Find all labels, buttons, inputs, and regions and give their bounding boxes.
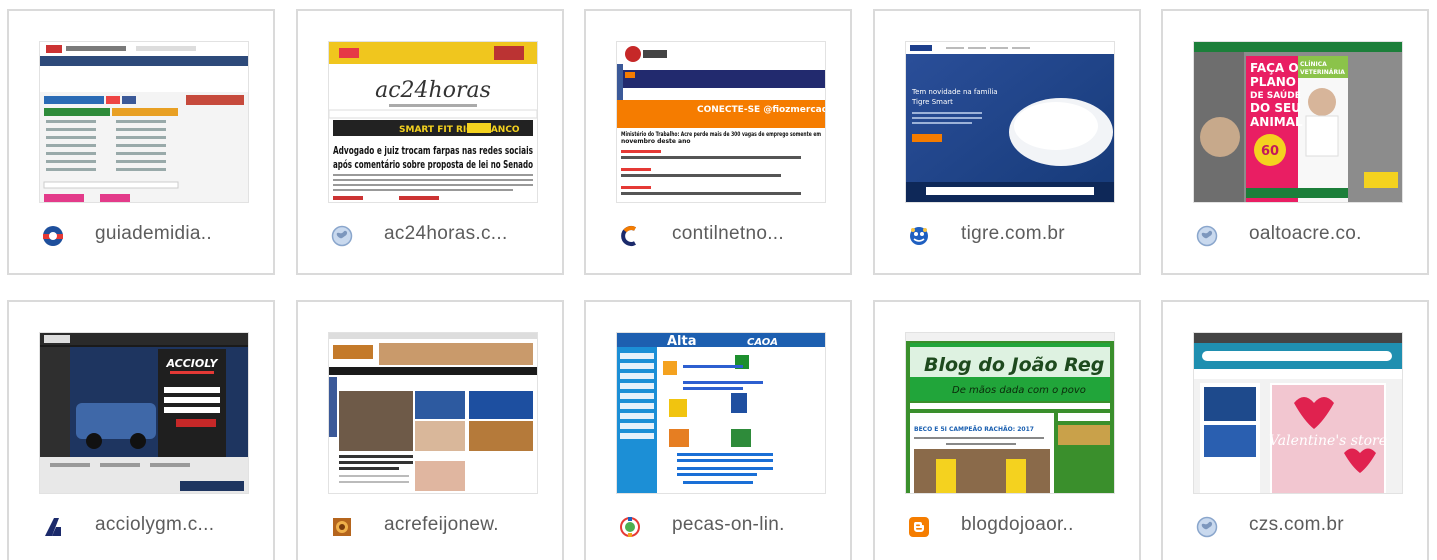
tile-label: tigre.com.br: [961, 223, 1065, 244]
thumb-price: 60: [1261, 144, 1279, 159]
svg-text:Tigre Smart: Tigre Smart: [911, 98, 953, 106]
svg-text:CLÍNICA: CLÍNICA: [1300, 60, 1327, 68]
svg-text:novembro deste ano: novembro deste ano: [621, 138, 691, 145]
tile-guiademidia[interactable]: guiademidia..: [7, 9, 275, 275]
tile-pecas-on-line[interactable]: Alta CAOA pecas-on-lin.: [584, 300, 852, 560]
svg-text:Ministério do Trabalho: Acre p: Ministério do Trabalho: Acre perde mais …: [621, 131, 821, 138]
tile-thumbnail: [40, 42, 248, 202]
tile-label: acrefeijonew.: [384, 514, 499, 535]
tile-label: acciolygm.c...: [95, 514, 215, 535]
tile-thumbnail: ac24horas SMART FIT RIO BRANCO Advogado …: [329, 42, 537, 202]
guiademidia-favicon: [42, 225, 64, 247]
tile-oaltoacre[interactable]: FAÇA O PLANO DE SAÚDE DO SEU ANIMAL 60 C…: [1161, 9, 1429, 275]
tile-thumbnail: Blog do João Reg De mãos dada com o povo…: [906, 333, 1114, 493]
tile-czs[interactable]: Valentine's store czs.com.br: [1161, 300, 1429, 560]
tile-thumbnail: ACCIOLY: [40, 333, 248, 493]
tile-label: blogdojoaor..: [961, 514, 1074, 535]
tile-acciolygm[interactable]: ACCIOLY acciolygm.c...: [7, 300, 275, 560]
tile-ac24horas[interactable]: ac24horas SMART FIT RIO BRANCO Advogado …: [296, 9, 564, 275]
tile-thumbnail: [329, 333, 537, 493]
tile-thumbnail: FAÇA O PLANO DE SAÚDE DO SEU ANIMAL 60 C…: [1194, 42, 1402, 202]
tile-thumbnail: Tem novidade na família Tigre Smart: [906, 42, 1114, 202]
thumb-title: Blog do João Reg: [924, 354, 1104, 376]
thumb-logo2: CAOA: [747, 337, 778, 348]
contilnet-favicon: [619, 225, 641, 247]
tile-tigre[interactable]: Tem novidade na família Tigre Smart tigr…: [873, 9, 1141, 275]
tile-acrefeijonews[interactable]: acrefeijonew.: [296, 300, 564, 560]
tile-label: guiademidia..: [95, 223, 212, 244]
acrefeijonews-favicon: [331, 516, 353, 538]
thumb-logo: ACCIOLY: [165, 357, 218, 370]
blogger-icon: [908, 516, 930, 538]
tile-contilnet[interactable]: CONECTE-SE @fiozmercado Ministério do Tr…: [584, 9, 852, 275]
svg-text:DO SEU: DO SEU: [1250, 101, 1301, 115]
globe-icon: [1196, 225, 1218, 247]
top-sites-grid: guiademidia.. ac24horas SMART FIT RIO BR…: [0, 0, 1437, 560]
thumb-ad: Valentine's store: [1269, 433, 1387, 449]
svg-text:Tem novidade na família: Tem novidade na família: [911, 88, 998, 96]
tile-label: czs.com.br: [1249, 514, 1344, 535]
thumb-post: BECO E 5I CAMPEÃO RACHÃO: 2017: [914, 426, 1034, 433]
thumb-logo: Alta: [667, 334, 697, 349]
pecas-favicon: [619, 516, 641, 538]
thumb-subtitle: De mãos dada com o povo: [952, 385, 1086, 396]
svg-text:Advogado e juiz trocam farpas: Advogado e juiz trocam farpas nas redes …: [333, 144, 533, 157]
svg-text:PLANO: PLANO: [1250, 75, 1296, 89]
tile-label: contilnetno...: [672, 223, 784, 244]
thumb-ad: SMART FIT RIO BRANCO: [399, 125, 520, 135]
thumb-logo: ac24horas: [375, 78, 491, 103]
svg-text:após comentário sobre proposta: após comentário sobre proposta de lei no…: [333, 158, 533, 171]
tile-thumbnail: Alta CAOA: [617, 333, 825, 493]
thumb-banner: CONECTE-SE @fiozmercado: [697, 105, 825, 115]
acciolygm-favicon: [42, 516, 64, 538]
tile-label: ac24horas.c...: [384, 223, 508, 244]
tigre-favicon: [908, 225, 930, 247]
tile-blogdojoao[interactable]: Blog do João Reg De mãos dada com o povo…: [873, 300, 1141, 560]
svg-text:FAÇA O: FAÇA O: [1250, 61, 1299, 75]
tile-label: pecas-on-lin.: [672, 514, 785, 535]
globe-icon: [1196, 516, 1218, 538]
globe-icon: [331, 225, 353, 247]
svg-text:DE SAÚDE: DE SAÚDE: [1250, 89, 1301, 101]
tile-label: oaltoacre.co.: [1249, 223, 1362, 244]
svg-text:VETERINÁRIA: VETERINÁRIA: [1300, 69, 1345, 76]
svg-text:ANIMAL: ANIMAL: [1250, 115, 1303, 129]
tile-thumbnail: CONECTE-SE @fiozmercado Ministério do Tr…: [617, 42, 825, 202]
tile-thumbnail: Valentine's store: [1194, 333, 1402, 493]
